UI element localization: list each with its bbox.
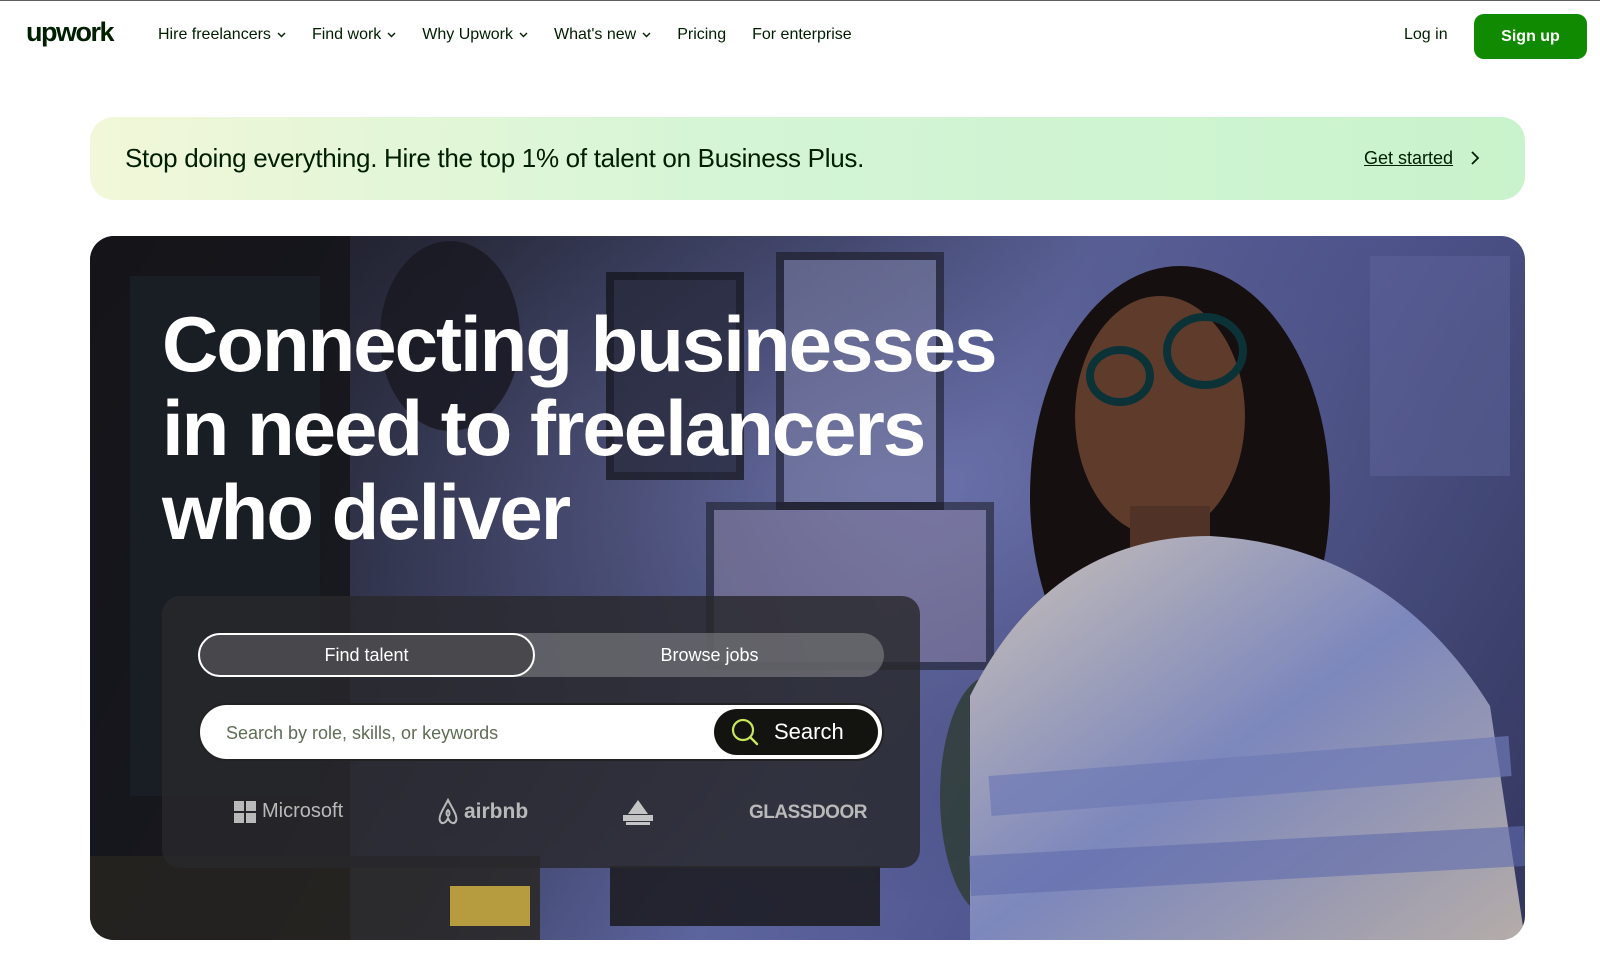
search-button[interactable]: Search [714,709,878,755]
nav-whats-new[interactable]: What's new [554,26,651,44]
nav-label: For enterprise [752,26,852,43]
search-button-label: Search [774,719,844,744]
main-nav: Hire freelancers Find work Why Upwork Wh… [158,26,878,44]
promo-banner-text: Stop doing everything. Hire the top 1% o… [125,143,864,173]
trusted-by-logos: Microsoft airbnb GLASSDOOR [234,794,874,834]
tab-browse-jobs[interactable]: Browse jobs [535,633,884,677]
nav-pricing[interactable]: Pricing [677,26,726,44]
hero-section: Connecting businesses in need to freelan… [90,236,1525,940]
nav-hire-freelancers[interactable]: Hire freelancers [158,26,286,44]
nav-why-upwork[interactable]: Why Upwork [422,26,528,44]
promo-banner: Stop doing everything. Hire the top 1% o… [90,117,1525,200]
svg-text:upwork: upwork [26,17,115,47]
bissell-logo [623,800,653,825]
airbnb-logo-text: airbnb [464,800,529,823]
airbnb-logo: airbnb [436,798,528,826]
chevron-down-icon [277,32,286,38]
search-panel: Find talent Browse jobs Search by role, … [162,596,920,868]
nav-label: Why Upwork [422,26,513,43]
nav-label: What's new [553,26,637,43]
login-link[interactable]: Log in [1404,26,1448,44]
upwork-logo[interactable]: upwork [26,17,122,51]
signup-button[interactable]: Sign up [1474,14,1587,59]
search-input[interactable] [226,720,686,746]
nav-find-work[interactable]: Find work [312,26,396,44]
chevron-down-icon [519,32,528,38]
hero-headline: Connecting businesses in need to freelan… [162,300,998,556]
search-icon [731,718,759,746]
nav-label: Hire freelancers [158,26,271,43]
nav-label: Find work [311,26,382,43]
microsoft-logo: Microsoft [234,800,343,823]
chevron-down-icon [387,32,396,38]
chevron-down-icon [642,32,651,38]
chevron-right-icon[interactable] [1470,150,1480,166]
search-bar: Search [198,703,884,761]
nav-label: Pricing [677,26,727,43]
glassdoor-logo: GLASSDOOR [749,802,867,823]
airbnb-icon [438,798,458,825]
get-started-link[interactable]: Get started [1364,148,1453,169]
site-header: upwork Hire freelancers Find work Why Up… [0,1,1600,71]
search-mode-tabs: Find talent Browse jobs [198,633,884,677]
microsoft-windows-icon [234,800,256,823]
microsoft-logo-text: Microsoft [262,800,344,822]
tab-find-talent[interactable]: Find talent [198,633,535,677]
nav-for-enterprise[interactable]: For enterprise [752,26,852,44]
